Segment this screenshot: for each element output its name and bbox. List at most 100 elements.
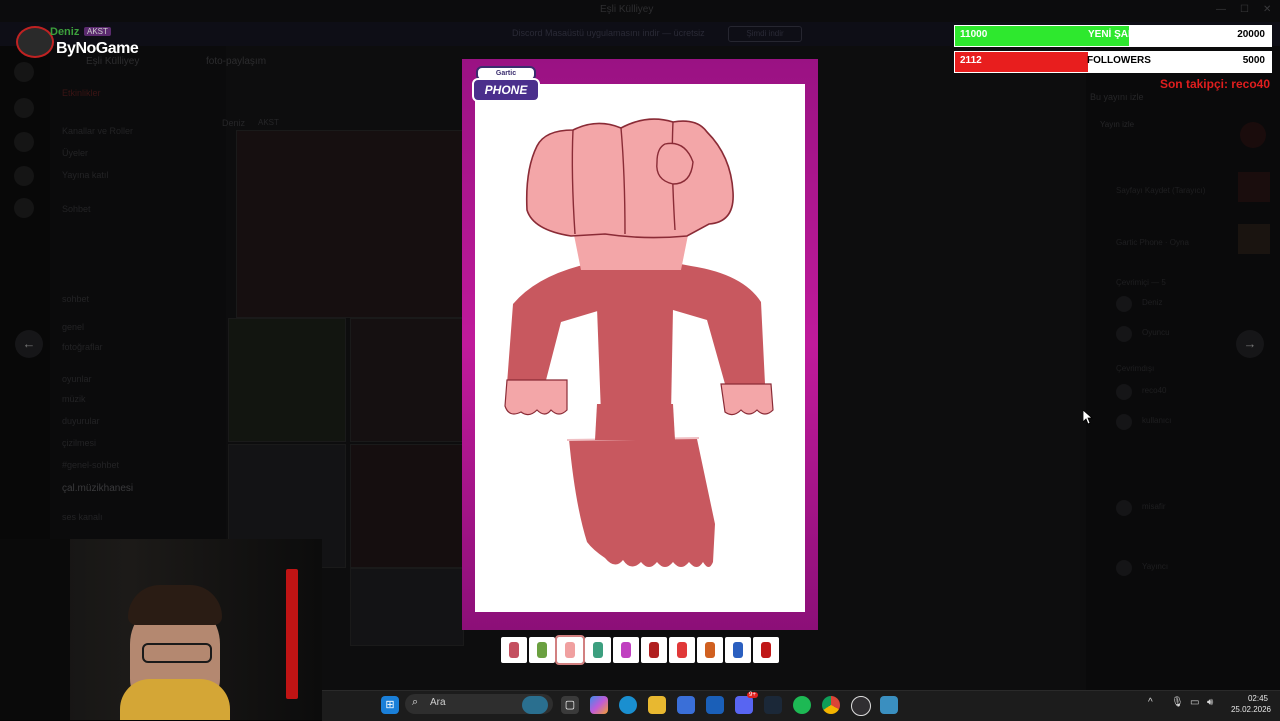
maximize-button[interactable]: ☐ [1240, 4, 1249, 15]
author-tag: AKST [258, 118, 279, 127]
shared-image[interactable] [350, 568, 464, 646]
server-icon[interactable] [14, 132, 34, 152]
discord-icon[interactable] [735, 696, 753, 714]
sidebar-item[interactable]: #genel-sohbet [62, 460, 119, 470]
thumbnail-figure [761, 642, 771, 658]
mail-icon[interactable] [706, 696, 724, 714]
round-thumbnail[interactable] [613, 637, 639, 663]
task-view-icon[interactable]: ▢ [561, 696, 579, 714]
close-button[interactable]: ✕ [1263, 4, 1271, 15]
sidebar-item[interactable]: oyunlar [62, 374, 92, 384]
server-icon[interactable] [14, 166, 34, 186]
discord-badge: 9+ [747, 692, 758, 698]
sidebar-item[interactable]: ses kanalı [62, 512, 103, 522]
thumbnail-figure [593, 642, 603, 658]
logo-username: Deniz [50, 26, 80, 38]
server-icon[interactable] [14, 198, 34, 218]
thumbnail-figure [621, 642, 631, 658]
avatar[interactable] [1116, 560, 1132, 576]
member-item[interactable]: Oyuncu [1142, 328, 1170, 337]
member-item[interactable]: Deniz [1142, 298, 1162, 307]
sidebar-item[interactable]: Etkinlikler [62, 88, 101, 98]
round-thumbnail[interactable] [725, 637, 751, 663]
avatar[interactable] [1116, 296, 1132, 312]
channel-name: foto-paylaşım [206, 56, 267, 67]
shared-image[interactable] [350, 318, 464, 442]
search-icon: ⌕ [412, 696, 419, 708]
edge-icon[interactable] [619, 696, 637, 714]
clock-date[interactable]: 25.02.2026 [1226, 705, 1276, 714]
sidebar-item[interactable]: Sohbet [62, 204, 91, 214]
round-thumbnail[interactable] [753, 637, 779, 663]
volume-icon[interactable]: 🔊︎ [1207, 697, 1213, 708]
followers-goal: 5000 [1242, 55, 1265, 66]
clock-time[interactable]: 02:45 [1243, 694, 1273, 703]
round-thumbnail[interactable] [669, 637, 695, 663]
thumbnail-figure [565, 642, 575, 658]
followers-current: 2112 [960, 55, 982, 66]
network-icon[interactable]: ▭ [1190, 697, 1199, 708]
avatar[interactable] [1116, 384, 1132, 400]
file-explorer-icon[interactable] [648, 696, 666, 714]
sidebar-item[interactable]: duyurular [62, 416, 100, 426]
thumbnail-figure [649, 642, 659, 658]
round-thumbnail[interactable] [641, 637, 667, 663]
drawing-canvas [475, 84, 805, 612]
sidebar-item[interactable]: genel [62, 322, 84, 332]
windows-start-icon[interactable]: ⊞ [381, 696, 399, 714]
window-title: Eşli Külliyey [600, 4, 654, 15]
last-follower-text: Son takipçi: reco40 [1159, 77, 1270, 91]
previous-image-button[interactable]: ← [15, 330, 43, 358]
tray-overflow-chevron[interactable]: ^ [1148, 697, 1153, 708]
webcam-feed [0, 539, 322, 720]
microphone-icon[interactable]: 🎙︎ [1171, 697, 1184, 708]
obs-icon[interactable] [851, 696, 871, 716]
shared-image[interactable] [350, 444, 464, 568]
shared-image[interactable] [228, 318, 346, 442]
followers-goal-bar: 2112 FOLLOWERS 5000 [954, 51, 1272, 73]
round-thumbnail[interactable] [501, 637, 527, 663]
bynogame-logo-icon [16, 26, 54, 58]
shared-image[interactable] [236, 130, 464, 318]
sidebar-item-highlighted[interactable]: çal.müzikhanesi [62, 483, 133, 494]
copilot-icon[interactable] [522, 696, 548, 714]
round-thumbnail[interactable] [585, 637, 611, 663]
steam-icon[interactable] [764, 696, 782, 714]
spotify-icon[interactable] [793, 696, 811, 714]
download-button[interactable]: Şimdi indir [728, 26, 802, 42]
sidebar-item[interactable]: Yayına katıl [62, 170, 108, 180]
copilot-app-icon[interactable] [590, 696, 608, 714]
round-thumbnail[interactable] [529, 637, 555, 663]
sidebar-item[interactable]: fotoğraflar [62, 342, 103, 352]
app-icon[interactable] [880, 696, 898, 714]
server-icon[interactable] [14, 62, 34, 82]
sidebar-item[interactable]: Üyeler [62, 148, 88, 158]
sidebar-item[interactable]: çizilmesi [62, 438, 96, 448]
song-label: YENİ ŞARKI [1088, 29, 1146, 40]
sidebar-item[interactable]: müzik [62, 394, 86, 404]
store-icon[interactable] [677, 696, 695, 714]
sidebar-item[interactable]: Kanallar ve Roller [62, 126, 133, 136]
member-item[interactable]: Yayıncı [1142, 562, 1168, 571]
chrome-icon[interactable] [822, 696, 840, 714]
avatar[interactable] [1116, 414, 1132, 430]
round-thumbnail[interactable] [555, 635, 585, 665]
round-thumbnail[interactable] [697, 637, 723, 663]
thumbnail-figure [509, 642, 519, 658]
member-item[interactable]: Gartic Phone · Oyna [1116, 238, 1189, 247]
next-image-button[interactable]: → [1236, 330, 1264, 358]
member-item[interactable]: Sayfayı Kaydet (Tarayıcı) [1116, 186, 1205, 195]
member-item[interactable]: Yayın izle [1100, 120, 1134, 129]
song-goal-bar: 11000 YENİ ŞARKI 20000 [954, 25, 1272, 47]
member-item[interactable]: misafir [1142, 502, 1166, 511]
server-icon[interactable] [14, 98, 34, 118]
member-item[interactable]: kullanıcı [1142, 416, 1171, 425]
avatar[interactable] [1116, 500, 1132, 516]
sidebar-item[interactable]: sohbet [62, 294, 89, 304]
members-heading: Bu yayını izle [1090, 92, 1144, 102]
message-author[interactable]: Deniz [222, 118, 245, 128]
avatar[interactable] [1116, 326, 1132, 342]
record-icon[interactable] [1240, 122, 1266, 148]
member-item[interactable]: reco40 [1142, 386, 1166, 395]
minimize-button[interactable]: — [1216, 4, 1226, 15]
